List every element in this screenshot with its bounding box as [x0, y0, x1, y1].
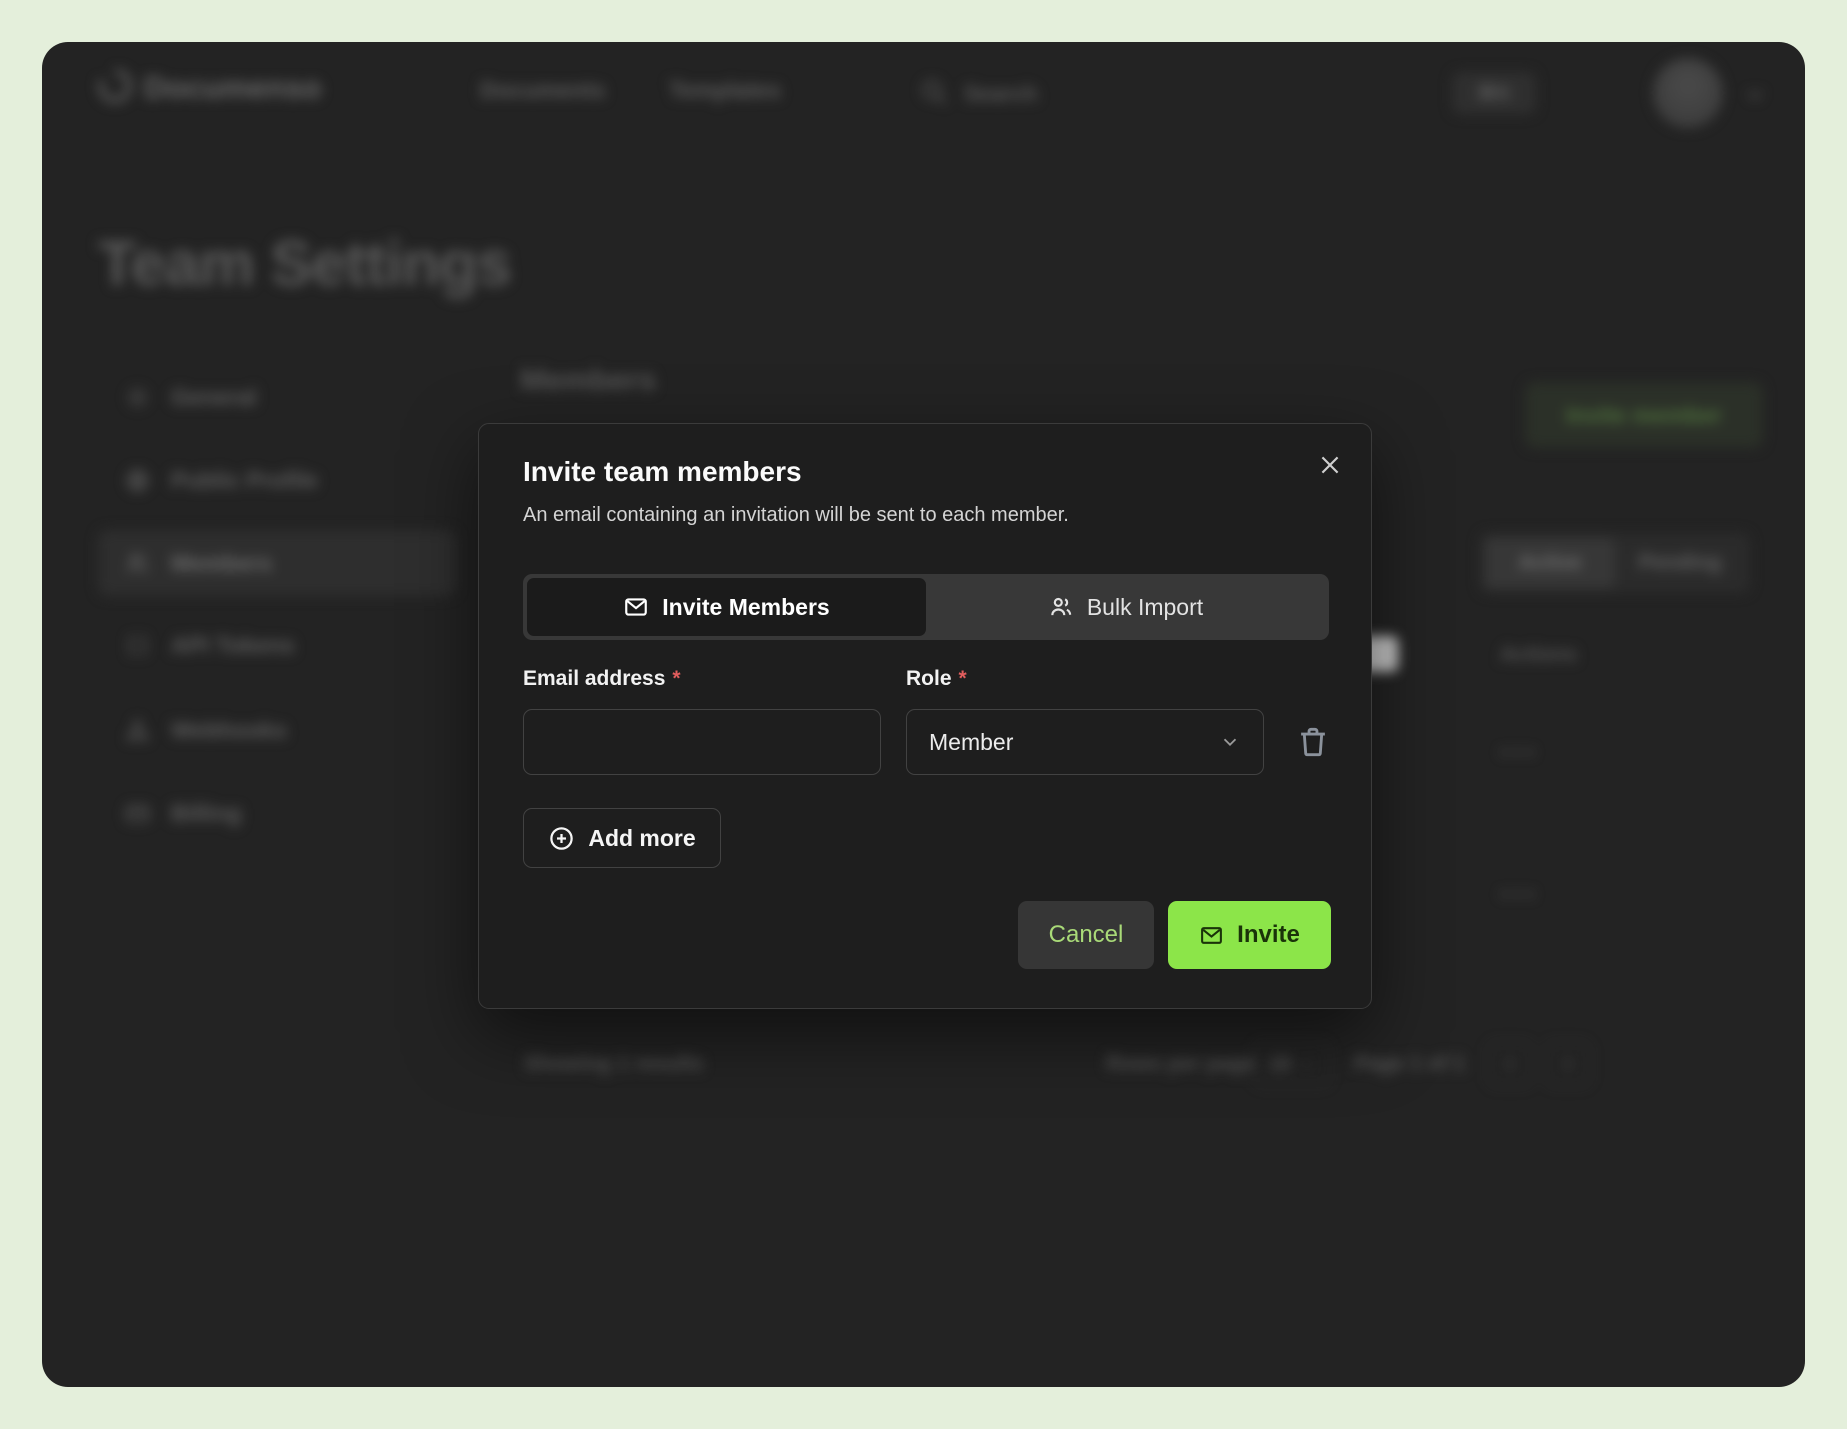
envelope-icon	[1199, 923, 1224, 948]
chevron-down-icon	[1219, 731, 1241, 753]
members-heading: Members	[520, 362, 656, 398]
nav-item-templates[interactable]: Templates	[669, 77, 781, 104]
chevron-right-icon	[1558, 1054, 1578, 1074]
invite-team-members-modal: Invite team members An email containing …	[478, 423, 1372, 1009]
next-page-button[interactable]	[1546, 1042, 1590, 1086]
email-address-label: Email address *	[523, 667, 681, 691]
chevron-down-icon	[1742, 82, 1768, 108]
previous-page-button[interactable]	[1488, 1042, 1532, 1086]
sidebar-item-general[interactable]: General	[98, 364, 456, 430]
nav-item-documents[interactable]: Documents	[480, 77, 605, 104]
sidebar-item-members[interactable]: Members	[98, 530, 456, 596]
sidebar-item-label: Billing	[171, 800, 241, 827]
app-window: Documenso Documents Templates Search ⌘K …	[42, 42, 1805, 1387]
trash-icon	[1294, 723, 1332, 761]
role-select[interactable]: Member	[906, 709, 1264, 775]
shortcut-badge: ⌘K	[1452, 72, 1536, 114]
plus-circle-icon	[548, 825, 575, 852]
invite-button[interactable]: Invite	[1168, 901, 1331, 969]
cancel-button[interactable]: Cancel	[1018, 901, 1154, 969]
page-status: Page 1 of 1	[1354, 1052, 1465, 1076]
rows-per-page-value: 10	[1269, 1053, 1291, 1076]
sidebar-item-label: Public Profile	[171, 467, 318, 494]
sidebar-item-label: Members	[171, 550, 272, 577]
email-address-field[interactable]	[523, 709, 881, 775]
webhook-icon	[124, 717, 151, 744]
close-icon[interactable]	[1317, 452, 1343, 478]
label-text: Email address	[523, 667, 665, 690]
documenso-logo-icon	[96, 67, 134, 105]
page-title: Team Settings	[98, 228, 511, 300]
label-text: Role	[906, 667, 952, 690]
role-selected-value: Member	[929, 729, 1013, 756]
chevron-left-icon	[1500, 1054, 1520, 1074]
sidebar-item-public-profile[interactable]: Public Profile	[98, 447, 456, 513]
required-mark: *	[959, 667, 967, 690]
users-icon	[124, 550, 151, 577]
token-icon	[124, 632, 151, 659]
search-box[interactable]: Search	[918, 72, 1138, 116]
row-menu-button[interactable]: ···	[1500, 878, 1539, 912]
avatar[interactable]	[1653, 58, 1723, 128]
modal-subtitle: An email containing an invitation will b…	[523, 504, 1069, 527]
add-more-button[interactable]: Add more	[523, 808, 721, 868]
required-mark: *	[672, 667, 680, 690]
add-more-label: Add more	[588, 825, 695, 852]
invite-button-label: Invite	[1237, 921, 1300, 949]
sidebar-item-api-tokens[interactable]: API Tokens	[98, 612, 456, 678]
column-header-actions: Actions	[1500, 643, 1577, 667]
invite-mode-tabs: Invite Members Bulk Import	[523, 574, 1329, 640]
filter-tab-pending[interactable]: Pending	[1615, 538, 1745, 588]
sidebar-item-label: API Tokens	[171, 632, 295, 659]
search-icon	[918, 76, 950, 113]
billing-icon	[124, 800, 151, 827]
globe-icon	[124, 467, 151, 494]
gear-icon	[124, 384, 151, 411]
chevron-down-icon	[1299, 1056, 1315, 1072]
invite-member-button[interactable]: Invite member	[1525, 382, 1763, 448]
sidebar-item-billing[interactable]: Billing	[98, 780, 456, 846]
rows-per-page-label: Rows per page	[1106, 1052, 1255, 1076]
role-label: Role *	[906, 667, 967, 691]
tab-label: Invite Members	[662, 594, 829, 621]
rows-per-page-select[interactable]: 10	[1254, 1042, 1330, 1086]
envelope-icon	[623, 594, 649, 620]
brand-name: Documenso	[144, 70, 321, 106]
results-count: Showing 1 results	[524, 1052, 704, 1076]
sidebar-item-label: General	[171, 384, 257, 411]
users-icon	[1048, 594, 1074, 620]
tab-label: Bulk Import	[1087, 594, 1203, 621]
member-filter-toggle: Active Pending	[1480, 533, 1750, 593]
tab-bulk-import[interactable]: Bulk Import	[926, 578, 1325, 636]
row-menu-button[interactable]: ···	[1500, 736, 1539, 770]
screen: Documenso Documents Templates Search ⌘K …	[0, 0, 1847, 1429]
modal-title: Invite team members	[523, 456, 802, 488]
tab-invite-members[interactable]: Invite Members	[527, 578, 926, 636]
sidebar-item-webhooks[interactable]: Webhooks	[98, 697, 456, 763]
search-placeholder: Search	[964, 81, 1037, 107]
sidebar-item-label: Webhooks	[171, 717, 287, 744]
remove-row-button[interactable]	[1294, 723, 1332, 761]
filter-tab-active[interactable]: Active	[1485, 538, 1615, 588]
